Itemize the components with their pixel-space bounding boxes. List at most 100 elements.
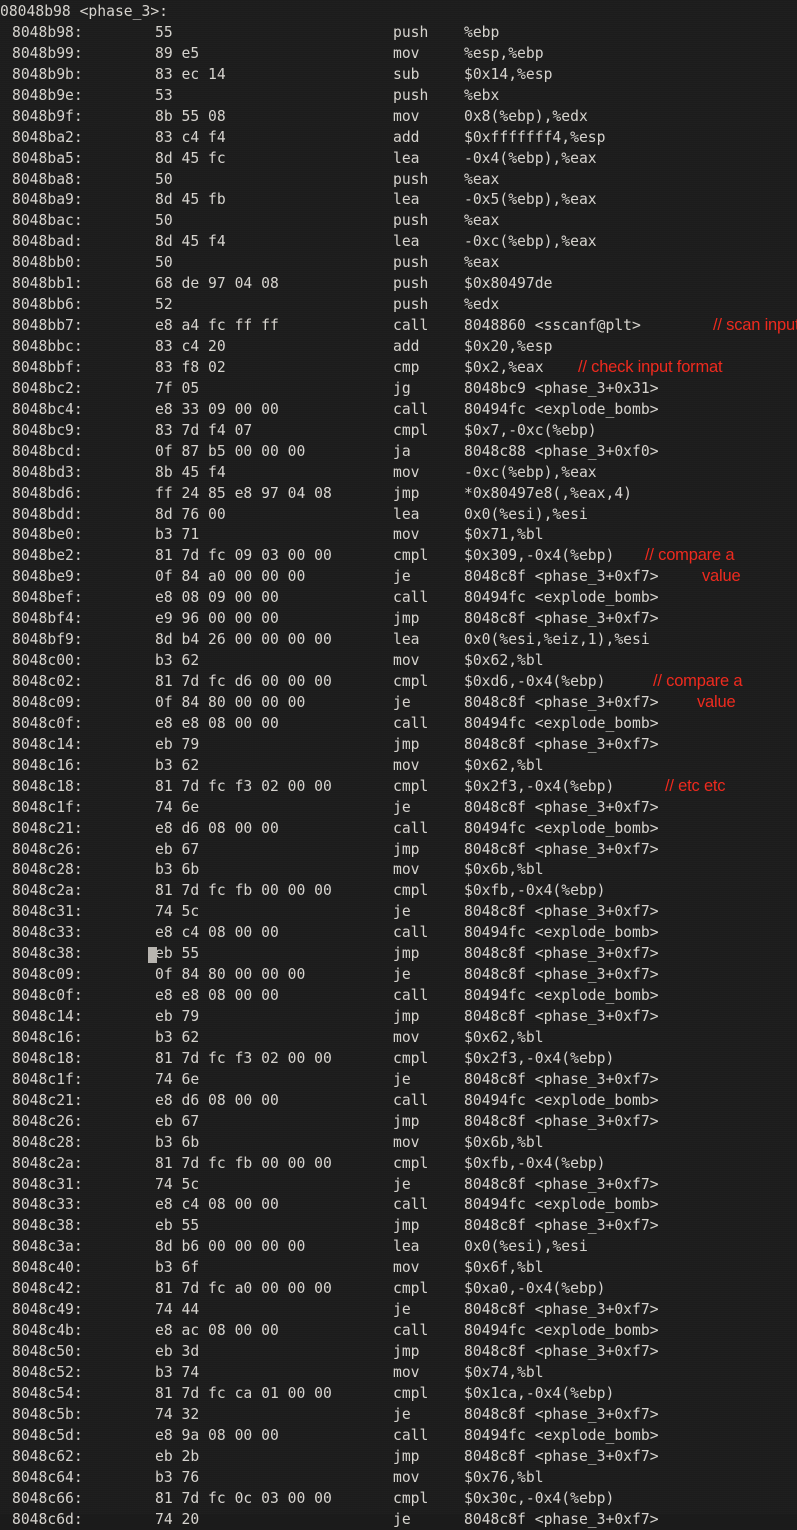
disassembly-line: 8048b9b:83 ec 14sub$0x14,%esp — [0, 65, 797, 86]
instruction-operands: $0xfb,-0x4(%ebp) — [464, 1154, 605, 1175]
instruction-address: 8048bdd: — [12, 505, 83, 526]
instruction-address: 8048c38: — [12, 1216, 83, 1237]
disassembly-line: 8048bad:8d 45 f4lea-0xc(%ebp),%eax — [0, 232, 797, 253]
instruction-mnemonic: jmp — [393, 735, 420, 756]
instruction-operands: %ebx — [464, 86, 499, 107]
instruction-address: 8048c28: — [12, 860, 83, 881]
instruction-mnemonic: jmp — [393, 1112, 420, 1133]
instruction-bytes: b3 74 — [155, 1363, 199, 1384]
instruction-bytes: b3 62 — [155, 1028, 199, 1049]
instruction-operands: 80494fc <explode_bomb> — [464, 1426, 659, 1447]
disassembly-line: 8048b9f:8b 55 08mov0x8(%ebp),%edx — [0, 107, 797, 128]
instruction-bytes: e8 c4 08 00 00 — [155, 923, 279, 944]
instruction-operands: $0x2f3,-0x4(%ebp) — [464, 777, 614, 798]
instruction-operands: 80494fc <explode_bomb> — [464, 1195, 659, 1216]
instruction-operands: 8048c8f <phase_3+0xf7> — [464, 798, 659, 819]
instruction-mnemonic: je — [393, 567, 411, 588]
instruction-bytes: 53 — [155, 86, 173, 107]
instruction-address: 8048bad: — [12, 232, 83, 253]
instruction-bytes: ff 24 85 e8 97 04 08 — [155, 484, 332, 505]
instruction-address: 8048bb6: — [12, 295, 83, 316]
instruction-address: 8048be0: — [12, 525, 83, 546]
disassembly-line: 8048c18:81 7d fc f3 02 00 00cmpl$0x2f3,-… — [0, 777, 797, 798]
instruction-address: 8048c14: — [12, 1007, 83, 1028]
instruction-operands: $0x20,%esp — [464, 337, 552, 358]
instruction-bytes: 74 44 — [155, 1300, 199, 1321]
instruction-mnemonic: call — [393, 1321, 428, 1342]
disassembly-line: 8048bac:50push%eax — [0, 211, 797, 232]
instruction-operands: 8048c8f <phase_3+0xf7> — [464, 693, 659, 714]
instruction-bytes: 50 — [155, 170, 173, 191]
instruction-mnemonic: je — [393, 902, 411, 923]
instruction-mnemonic: cmpl — [393, 546, 428, 567]
instruction-mnemonic: call — [393, 986, 428, 1007]
disassembly-line: 8048c21:e8 d6 08 00 00call80494fc <explo… — [0, 819, 797, 840]
instruction-operands: $0xfb,-0x4(%ebp) — [464, 881, 605, 902]
disassembly-line: 8048c33:e8 c4 08 00 00call80494fc <explo… — [0, 923, 797, 944]
instruction-bytes: eb 2b — [155, 1447, 199, 1468]
instruction-operands: %eax — [464, 253, 499, 274]
instruction-address: 8048c2a: — [12, 1154, 83, 1175]
instruction-address: 8048be2: — [12, 546, 83, 567]
instruction-address: 8048ba2: — [12, 128, 83, 149]
instruction-address: 8048c38: — [12, 944, 83, 965]
instruction-mnemonic: mov — [393, 756, 420, 777]
annotation-comment: // scan input — [713, 315, 797, 336]
instruction-address: 8048c62: — [12, 1447, 83, 1468]
instruction-address: 8048c00: — [12, 651, 83, 672]
instruction-address: 8048c4b: — [12, 1321, 83, 1342]
instruction-bytes: b3 76 — [155, 1468, 199, 1489]
instruction-address: 8048c21: — [12, 819, 83, 840]
instruction-mnemonic: jg — [393, 379, 411, 400]
instruction-operands: 8048c88 <phase_3+0xf0> — [464, 442, 659, 463]
disassembly-line: 8048c33:e8 c4 08 00 00call80494fc <explo… — [0, 1195, 797, 1216]
disassembly-line: 8048ba8:50push%eax — [0, 170, 797, 191]
instruction-address: 8048b9b: — [12, 65, 83, 86]
instruction-operands: $0xa0,-0x4(%ebp) — [464, 1279, 605, 1300]
terminal-disassembly-view[interactable]: 08048b98 <phase_3>: 8048b98:55push%ebp80… — [0, 0, 797, 1514]
instruction-bytes: 68 de 97 04 08 — [155, 274, 279, 295]
instruction-mnemonic: je — [393, 798, 411, 819]
disassembly-line: 8048c16:b3 62mov$0x62,%bl — [0, 756, 797, 777]
instruction-address: 8048c5b: — [12, 1405, 83, 1426]
disassembly-line: 8048bef:e8 08 09 00 00call80494fc <explo… — [0, 588, 797, 609]
instruction-operands: $0x76,%bl — [464, 1468, 544, 1489]
instruction-mnemonic: je — [393, 1405, 411, 1426]
instruction-mnemonic: mov — [393, 1133, 420, 1154]
instruction-address: 8048ba5: — [12, 149, 83, 170]
disassembly-line: 8048c0f:e8 e8 08 00 00call80494fc <explo… — [0, 714, 797, 735]
disassembly-line: 8048c31:74 5cje8048c8f <phase_3+0xf7> — [0, 902, 797, 923]
instruction-address: 8048bbc: — [12, 337, 83, 358]
instruction-mnemonic: jmp — [393, 1447, 420, 1468]
disassembly-line: 8048c4b:e8 ac 08 00 00call80494fc <explo… — [0, 1321, 797, 1342]
instruction-bytes: e8 d6 08 00 00 — [155, 1091, 279, 1112]
disassembly-line: 8048bb7:e8 a4 fc ff ffcall8048860 <sscan… — [0, 316, 797, 337]
instruction-address: 8048bd3: — [12, 463, 83, 484]
instruction-operands: $0x2,%eax — [464, 358, 544, 379]
instruction-operands: 80494fc <explode_bomb> — [464, 1091, 659, 1112]
instruction-bytes: eb 79 — [155, 1007, 199, 1028]
instruction-bytes: 8d b6 00 00 00 00 — [155, 1237, 305, 1258]
instruction-operands: 0x0(%esi),%esi — [464, 1237, 588, 1258]
instruction-address: 8048c26: — [12, 840, 83, 861]
disassembly-line: 8048c2a:81 7d fc fb 00 00 00cmpl$0xfb,-0… — [0, 881, 797, 902]
instruction-operands: $0x14,%esp — [464, 65, 552, 86]
instruction-operands: $0x74,%bl — [464, 1363, 544, 1384]
instruction-mnemonic: cmp — [393, 358, 420, 379]
instruction-operands: 0x0(%esi,%eiz,1),%esi — [464, 630, 650, 651]
instruction-address: 8048c31: — [12, 902, 83, 923]
instruction-mnemonic: je — [393, 1070, 411, 1091]
disassembly-line: 8048bbf:83 f8 02cmp$0x2,%eax// check inp… — [0, 358, 797, 379]
instruction-operands: 80494fc <explode_bomb> — [464, 923, 659, 944]
instruction-mnemonic: jmp — [393, 840, 420, 861]
instruction-mnemonic: cmpl — [393, 421, 428, 442]
instruction-bytes: 8b 45 f4 — [155, 463, 226, 484]
instruction-bytes: 8b 55 08 — [155, 107, 226, 128]
instruction-operands: 80494fc <explode_bomb> — [464, 400, 659, 421]
instruction-bytes: eb 67 — [155, 840, 199, 861]
instruction-mnemonic: call — [393, 819, 428, 840]
instruction-address: 8048c16: — [12, 1028, 83, 1049]
instruction-mnemonic: mov — [393, 1468, 420, 1489]
disassembly-line: 8048c5d:e8 9a 08 00 00call80494fc <explo… — [0, 1426, 797, 1447]
instruction-mnemonic: jmp — [393, 944, 420, 965]
